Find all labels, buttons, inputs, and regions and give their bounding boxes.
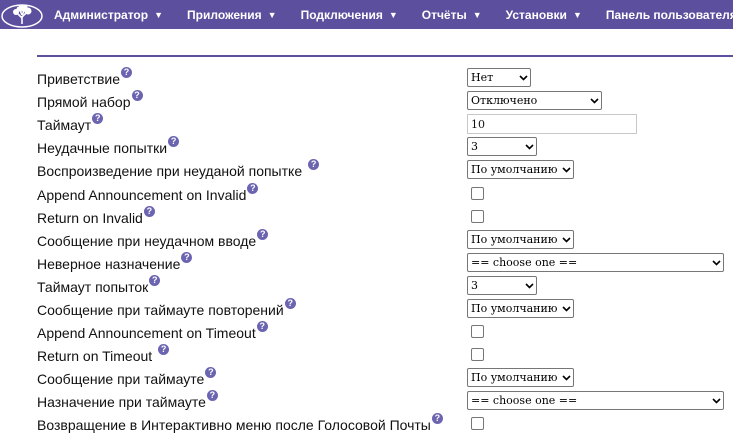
chevron-down-icon	[709, 397, 723, 404]
return-timeout-checkbox[interactable]	[471, 348, 484, 361]
invalid-destination-label: Неверное назначение	[37, 256, 181, 272]
row-invalid-destination: Неверное назначение? == choose one ==	[37, 252, 733, 276]
timeout-retries-label: Таймаут попыток	[37, 279, 149, 295]
help-icon[interactable]: ?	[284, 298, 296, 309]
chevron-down-icon: ▼	[267, 9, 277, 20]
chevron-down-icon: ▼	[388, 9, 398, 20]
row-append-timeout: Append Announcement on Timeout?	[37, 321, 733, 345]
return-timeout-label: Return on Timeout	[37, 348, 153, 364]
return-after-voicemail-checkbox[interactable]	[471, 417, 484, 430]
help-icon[interactable]: ?	[205, 367, 217, 378]
help-icon[interactable]: ?	[168, 136, 180, 147]
invalid-playback-label: Воспроизведение при неуданой попытке	[37, 163, 303, 179]
timeout-destination-select[interactable]: == choose one ==	[467, 391, 724, 410]
greeting-select[interactable]: Нет	[467, 68, 531, 87]
chevron-down-icon	[559, 374, 573, 381]
append-invalid-checkbox[interactable]	[471, 187, 484, 200]
row-direct-dial: Прямой набор? Отключено	[37, 90, 733, 114]
row-timeout-destination: Назначение при таймауте? == choose one =…	[37, 390, 733, 414]
chevron-down-icon	[587, 97, 601, 104]
help-icon[interactable]: ?	[247, 183, 259, 194]
invalid-destination-select[interactable]: == choose one ==	[467, 253, 724, 272]
append-invalid-label: Append Announcement on Invalid	[37, 187, 247, 203]
row-timeout-retry-message: Сообщение при таймауте повторений? По ум…	[37, 298, 733, 322]
row-invalid-playback: Воспроизведение при неуданой попытке? По…	[37, 159, 733, 183]
help-icon[interactable]: ?	[256, 321, 268, 332]
row-return-timeout: Return on Timeout?	[37, 344, 733, 368]
help-icon[interactable]: ?	[206, 390, 218, 401]
timeout-destination-label: Назначение при таймауте	[37, 394, 206, 410]
nav-settings[interactable]: Установки ▼	[494, 0, 594, 29]
help-icon[interactable]: ?	[92, 113, 104, 124]
chevron-down-icon	[522, 143, 536, 150]
chevron-down-icon	[709, 259, 723, 266]
row-greeting: Приветствие? Нет	[37, 67, 733, 91]
chevron-down-icon: ▼	[154, 9, 164, 20]
ivr-form: Приветствие? Нет Прямой набор? Отключено…	[37, 29, 733, 444]
row-return-invalid: Return on Invalid?	[37, 206, 733, 230]
return-after-voicemail-label: Возвращение в Интерактивно меню после Го…	[37, 417, 431, 433]
timeout-retry-message-label: Сообщение при таймауте повторений	[37, 302, 284, 318]
return-invalid-label: Return on Invalid	[37, 210, 143, 226]
chevron-down-icon: ▼	[572, 9, 582, 20]
timeout-message-select[interactable]: По умолчанию	[467, 368, 574, 387]
row-return-after-voicemail: Возвращение в Интерактивно меню после Го…	[37, 413, 733, 437]
invalid-retries-select[interactable]: 3	[467, 137, 537, 156]
help-icon[interactable]: ?	[431, 413, 443, 424]
nav-admin[interactable]: Администратор ▼	[44, 0, 175, 29]
logo-icon[interactable]	[0, 0, 44, 29]
append-timeout-checkbox[interactable]	[471, 325, 484, 338]
chevron-down-icon	[559, 305, 573, 312]
section-divider	[37, 55, 733, 57]
help-icon[interactable]: ?	[149, 275, 161, 286]
timeout-retries-select[interactable]: 3	[467, 276, 537, 295]
direct-dial-label: Прямой набор	[37, 94, 131, 110]
help-icon[interactable]: ?	[181, 252, 193, 263]
nav-connectivity[interactable]: Подключения ▼	[289, 0, 410, 29]
help-icon[interactable]: ?	[143, 206, 155, 217]
timeout-label: Таймаут	[37, 117, 92, 133]
nav-user-panel[interactable]: Панель пользователя	[594, 0, 733, 29]
row-timeout-message: Сообщение при таймауте? По умолчанию	[37, 367, 733, 391]
timeout-message-label: Сообщение при таймауте	[37, 371, 205, 387]
chevron-down-icon	[522, 282, 536, 289]
row-timeout: Таймаут? 10	[37, 113, 733, 137]
chevron-down-icon	[559, 166, 573, 173]
nav-applications[interactable]: Приложения ▼	[175, 0, 289, 29]
help-icon[interactable]: ?	[308, 159, 320, 170]
row-append-invalid: Append Announcement on Invalid?	[37, 183, 733, 207]
help-icon[interactable]: ?	[158, 344, 170, 355]
top-navigation-bar: Администратор ▼ Приложения ▼ Подключения ▼ …	[0, 0, 733, 29]
greeting-label: Приветствие	[37, 71, 120, 87]
help-icon[interactable]: ?	[120, 67, 132, 78]
nav-reports[interactable]: Отчёты ▼	[410, 0, 494, 29]
chevron-down-icon	[516, 74, 530, 81]
chevron-down-icon: ▼	[472, 9, 482, 20]
row-timeout-retries: Таймаут попыток? 3	[37, 275, 733, 299]
return-invalid-checkbox[interactable]	[471, 210, 484, 223]
invalid-retries-label: Неудачные попытки	[37, 140, 168, 156]
help-icon[interactable]: ?	[131, 90, 143, 101]
invalid-playback-select[interactable]: По умолчанию	[467, 160, 574, 179]
help-icon[interactable]: ?	[257, 229, 269, 240]
invalid-message-select[interactable]: По умолчанию	[467, 230, 574, 249]
timeout-input[interactable]: 10	[467, 114, 637, 134]
direct-dial-select[interactable]: Отключено	[467, 91, 602, 110]
append-timeout-label: Append Announcement on Timeout	[37, 325, 256, 341]
timeout-retry-message-select[interactable]: По умолчанию	[467, 299, 574, 318]
row-invalid-retries: Неудачные попытки? 3	[37, 136, 733, 160]
chevron-down-icon	[559, 236, 573, 243]
row-invalid-message: Сообщение при неудачном вводе? По умолча…	[37, 229, 733, 253]
invalid-message-label: Сообщение при неудачном вводе	[37, 233, 257, 249]
